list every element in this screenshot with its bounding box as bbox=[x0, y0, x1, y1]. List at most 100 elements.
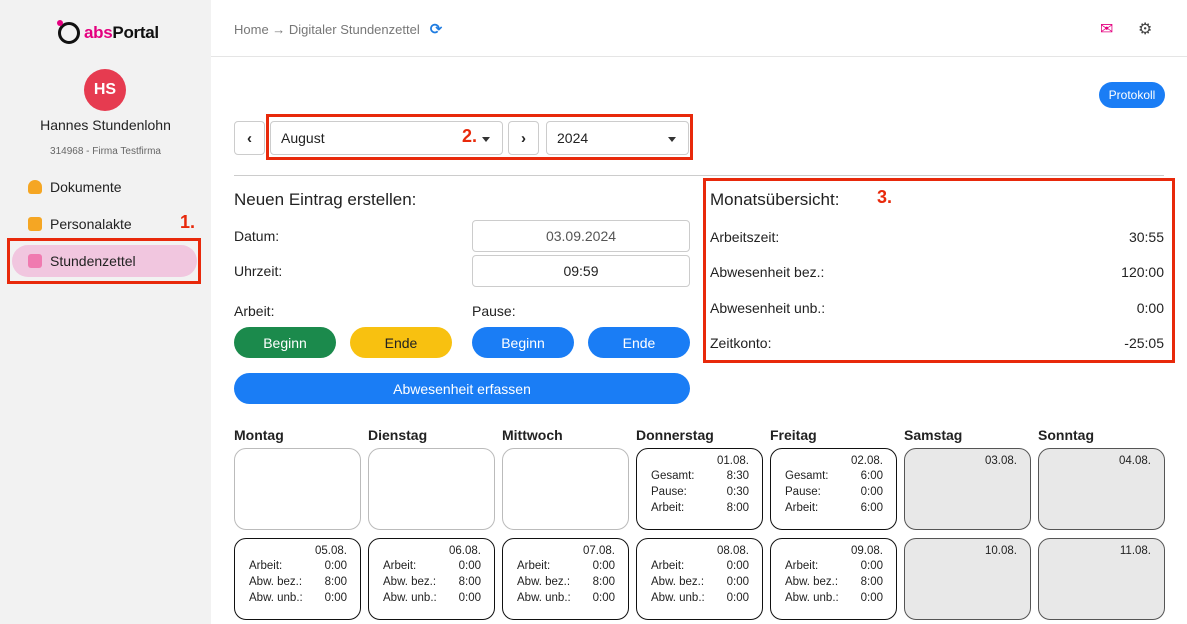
work-label: Arbeit: bbox=[234, 303, 275, 319]
day-cell[interactable]: 08.08. Arbeit: 0:00 Abw. bez.: 0:00 Abw. unb.… bbox=[636, 538, 763, 620]
day-cell-row: Pause: 0:00 bbox=[785, 486, 883, 498]
logo-ring-icon bbox=[57, 20, 80, 44]
day-cell-row-value: 0:00 bbox=[592, 592, 615, 604]
day-cell[interactable]: 05.08. Arbeit: 0:00 Abw. bez.: 8:00 Abw. unb.… bbox=[234, 538, 361, 620]
day-cell[interactable] bbox=[502, 448, 629, 530]
settings-icon[interactable]: ⚙ bbox=[1138, 19, 1152, 39]
day-header: Mittwoch bbox=[502, 427, 563, 443]
day-cell-row: Arbeit: 0:00 bbox=[249, 560, 347, 572]
work-begin-button[interactable]: Beginn bbox=[234, 327, 336, 358]
day-cell[interactable]: 06.08. Arbeit: 0:00 Abw. bez.: 8:00 Abw. unb.… bbox=[368, 538, 495, 620]
inbox-icon[interactable]: ✉ bbox=[1100, 19, 1113, 39]
sidebar-item-label: Dokumente bbox=[50, 179, 122, 195]
day-cell-row-label: Abw. unb.: bbox=[383, 592, 437, 604]
day-cell-row-value: 6:00 bbox=[860, 502, 883, 514]
day-cell-row: Arbeit: 0:00 bbox=[785, 560, 883, 572]
day-cell-row-label: Arbeit: bbox=[517, 560, 551, 572]
day-cell-row-label: Abw. unb.: bbox=[249, 592, 303, 604]
user-meta: 314968 - Firma Testfirma bbox=[50, 146, 161, 157]
day-cell[interactable]: 03.08. bbox=[904, 448, 1031, 530]
breadcrumb-text[interactable]: Home → Digitaler Stundenzettel bbox=[234, 22, 420, 37]
section-divider bbox=[234, 175, 1164, 176]
work-end-button[interactable]: Ende bbox=[350, 327, 452, 358]
day-cell[interactable]: 07.08. Arbeit: 0:00 Abw. bez.: 8:00 Abw. unb.… bbox=[502, 538, 629, 620]
day-cell-row-value: 0:00 bbox=[458, 592, 481, 604]
day-cell-date: 11.08. bbox=[1119, 545, 1151, 557]
day-cell-row-label: Pause: bbox=[651, 486, 687, 498]
day-cell[interactable]: 10.08. bbox=[904, 538, 1031, 620]
date-label: Datum: bbox=[234, 228, 280, 244]
break-end-button[interactable]: Ende bbox=[588, 327, 690, 358]
day-cell-row-value: 6:00 bbox=[860, 470, 883, 482]
day-cell-row-label: Gesamt: bbox=[651, 470, 695, 482]
refresh-icon[interactable]: ⟳ bbox=[430, 20, 443, 38]
summary-label-absence-paid: Abwesenheit bez.: bbox=[710, 264, 825, 280]
avatar[interactable]: HS bbox=[84, 69, 126, 111]
day-cell-row: Pause: 0:30 bbox=[651, 486, 749, 498]
day-cell-row-value: 8:00 bbox=[860, 576, 883, 588]
day-cell-row-value: 0:00 bbox=[860, 486, 883, 498]
day-cell-row-label: Abw. unb.: bbox=[785, 592, 839, 604]
day-cell-row: Abw. bez.: 8:00 bbox=[785, 576, 883, 588]
day-cell-row: Abw. bez.: 8:00 bbox=[517, 576, 615, 588]
summary-label-time-account: Zeitkonto: bbox=[710, 335, 772, 351]
day-cell-date: 08.08. bbox=[717, 545, 749, 557]
day-cell-date: 01.08. bbox=[717, 455, 749, 467]
day-cell-row: Abw. bez.: 8:00 bbox=[249, 576, 347, 588]
logo-dot-icon bbox=[57, 20, 63, 26]
sidebar-item-personalakte[interactable]: Personalakte bbox=[12, 208, 197, 240]
absence-button[interactable]: Abwesenheit erfassen bbox=[234, 373, 690, 404]
day-cell-row-label: Arbeit: bbox=[651, 560, 685, 572]
header-divider bbox=[211, 56, 1187, 57]
annotation-label-2: 2. bbox=[462, 126, 478, 146]
day-cell-row-value: 0:00 bbox=[726, 560, 749, 572]
logo-text: absPortal bbox=[84, 23, 159, 42]
day-cell[interactable]: 11.08. bbox=[1038, 538, 1165, 620]
day-cell[interactable]: 01.08. Gesamt: 8:30 Pause: 0:30 Arbeit: 8:00 bbox=[636, 448, 763, 530]
day-cell[interactable]: 04.08. bbox=[1038, 448, 1165, 530]
day-cell-row: Abw. unb.: 0:00 bbox=[249, 592, 347, 604]
day-cell-row-label: Arbeit: bbox=[383, 560, 417, 572]
day-cell-row-label: Abw. bez.: bbox=[651, 576, 705, 588]
day-header: Montag bbox=[234, 427, 284, 443]
day-cell-row-label: Abw. bez.: bbox=[249, 576, 303, 588]
day-cell-row-value: 0:00 bbox=[726, 592, 749, 604]
day-cell[interactable] bbox=[234, 448, 361, 530]
summary-value-absence-unpaid: 0:00 bbox=[1136, 300, 1164, 316]
day-cell-row: Abw. bez.: 8:00 bbox=[383, 576, 481, 588]
day-cell-row: Gesamt: 6:00 bbox=[785, 470, 883, 482]
day-cell-row-value: 8:00 bbox=[458, 576, 481, 588]
day-cell-row: Abw. unb.: 0:00 bbox=[651, 592, 749, 604]
day-cell-row: Abw. unb.: 0:00 bbox=[785, 592, 883, 604]
day-cell-row-label: Arbeit: bbox=[785, 502, 819, 514]
prev-month-button[interactable]: ‹ bbox=[234, 121, 265, 155]
sidebar-item-label: Personalakte bbox=[50, 216, 132, 232]
day-cell-row-value: 8:30 bbox=[726, 470, 749, 482]
day-cell-row-label: Abw. bez.: bbox=[517, 576, 571, 588]
summary-value-absence-paid: 120:00 bbox=[1121, 264, 1164, 280]
day-cell[interactable]: 09.08. Arbeit: 0:00 Abw. bez.: 8:00 Abw. unb.… bbox=[770, 538, 897, 620]
entry-title: Neuen Eintrag erstellen: bbox=[234, 190, 417, 209]
day-cell-row-value: 0:00 bbox=[726, 576, 749, 588]
sidebar-item-dokumente[interactable]: Dokumente bbox=[12, 171, 197, 203]
user-name: Hannes Stundenlohn bbox=[40, 117, 171, 133]
day-cell-row: Gesamt: 8:30 bbox=[651, 470, 749, 482]
logo[interactable]: absPortal bbox=[57, 20, 159, 44]
annotation-box-2 bbox=[266, 114, 693, 160]
date-field[interactable]: 03.09.2024 bbox=[472, 220, 690, 252]
annotation-label-1: 1. bbox=[180, 212, 196, 232]
day-cell-date: 02.08. bbox=[851, 455, 883, 467]
day-cell[interactable] bbox=[368, 448, 495, 530]
day-cell-row-label: Arbeit: bbox=[249, 560, 283, 572]
time-field[interactable]: 09:59 bbox=[472, 255, 690, 287]
day-cell-row: Abw. bez.: 0:00 bbox=[651, 576, 749, 588]
day-cell-row: Arbeit: 0:00 bbox=[517, 560, 615, 572]
day-header: Dienstag bbox=[368, 427, 428, 443]
day-cell-row: Arbeit: 0:00 bbox=[651, 560, 749, 572]
protokoll-button[interactable]: Protokoll bbox=[1099, 82, 1165, 108]
person-icon bbox=[28, 180, 42, 194]
day-cell[interactable]: 02.08. Gesamt: 6:00 Pause: 0:00 Arbeit: 6:00 bbox=[770, 448, 897, 530]
breadcrumb: Home → Digitaler Stundenzettel ⟳ bbox=[234, 20, 442, 38]
day-cell-row-value: 8:00 bbox=[324, 576, 347, 588]
break-begin-button[interactable]: Beginn bbox=[472, 327, 574, 358]
